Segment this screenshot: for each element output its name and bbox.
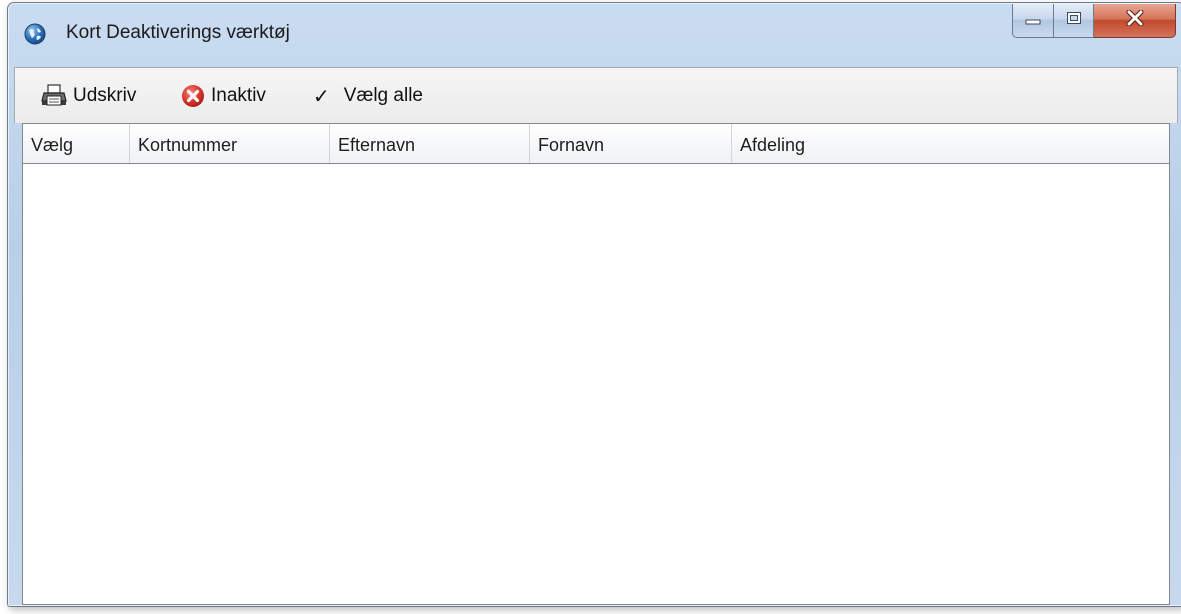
column-header-vaelg[interactable]: Vælg: [23, 124, 130, 163]
minimize-icon: [1025, 12, 1041, 30]
globe-icon: [24, 23, 46, 45]
maximize-icon: [1066, 11, 1082, 30]
close-icon: [1126, 9, 1144, 31]
caption-buttons: [1012, 4, 1176, 38]
column-header-kortnummer[interactable]: Kortnummer: [130, 124, 330, 163]
printer-icon: [41, 84, 67, 106]
inactive-button[interactable]: Inaktiv: [181, 82, 266, 110]
column-header-fornavn[interactable]: Fornavn: [530, 124, 732, 163]
main-window: Kort Deaktiverings værktøj Udskriv Inakt…: [7, 2, 1181, 607]
select-all-button[interactable]: ✓ Vælg alle: [313, 82, 423, 110]
minimize-button[interactable]: [1012, 4, 1054, 38]
title-bar[interactable]: Kort Deaktiverings værktøj: [8, 3, 1181, 61]
checkmark-icon: ✓: [313, 85, 330, 108]
inactive-label: Inaktiv: [211, 85, 266, 106]
print-label: Udskriv: [73, 85, 137, 106]
card-table[interactable]: Vælg Kortnummer Efternavn Fornavn Afdeli…: [22, 123, 1170, 605]
column-header-afdeling[interactable]: Afdeling: [732, 124, 1169, 163]
toolbar: Udskriv Inaktiv ✓ Vælg alle: [14, 67, 1178, 123]
select-all-label: Vælg alle: [343, 85, 423, 106]
maximize-button[interactable]: [1054, 4, 1094, 38]
red-x-circle-icon: [182, 85, 204, 107]
table-body[interactable]: [23, 164, 1169, 604]
window-title: Kort Deaktiverings værktøj: [66, 22, 290, 43]
table-header: Vælg Kortnummer Efternavn Fornavn Afdeli…: [23, 124, 1169, 164]
close-button[interactable]: [1094, 4, 1176, 38]
column-header-efternavn[interactable]: Efternavn: [330, 124, 530, 163]
print-button[interactable]: Udskriv: [41, 82, 136, 110]
